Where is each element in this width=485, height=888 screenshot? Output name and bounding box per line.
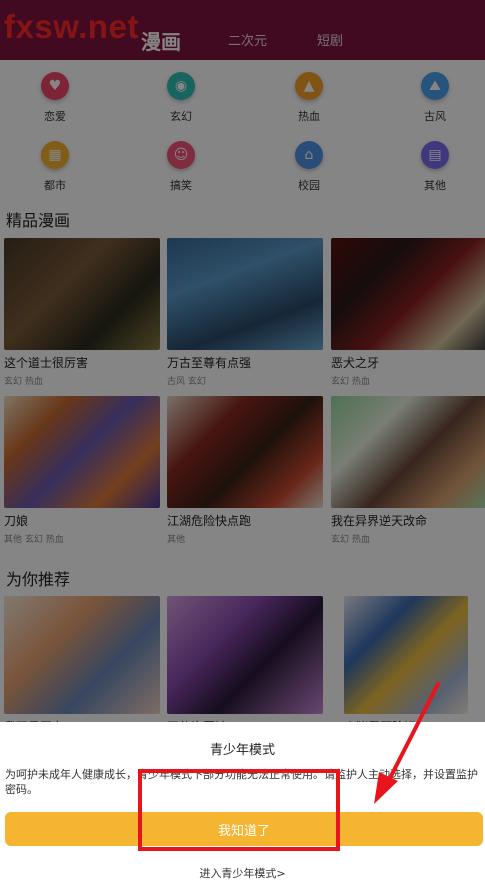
annotation-arrow	[374, 682, 440, 804]
arrow-shaft	[386, 682, 440, 784]
arrow-head	[374, 772, 398, 804]
